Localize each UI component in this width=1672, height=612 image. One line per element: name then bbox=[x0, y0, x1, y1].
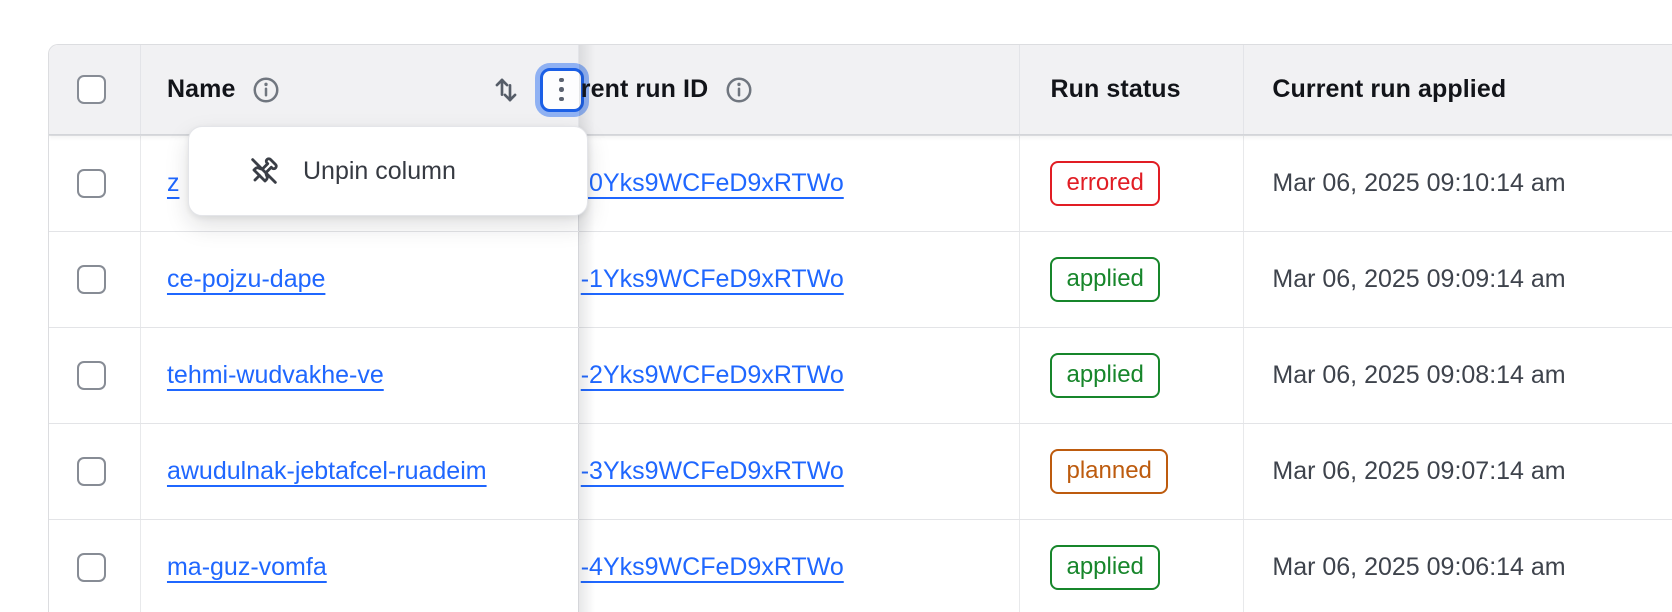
run-id-link[interactable]: -0Yks9WCFeD9xRTWo bbox=[581, 169, 844, 198]
table-row: ma-guz-vomfa -4Yks9WCFeD9xRTWo applied M… bbox=[49, 519, 1672, 612]
column-options-menu: Unpin column bbox=[188, 126, 588, 216]
row-checkbox[interactable] bbox=[77, 265, 106, 294]
name-column-label: Name bbox=[167, 75, 236, 104]
row-checkbox[interactable] bbox=[77, 169, 106, 198]
run-id-link[interactable]: -4Yks9WCFeD9xRTWo bbox=[581, 553, 844, 582]
run-applied-timestamp: Mar 06, 2025 09:07:14 am bbox=[1272, 457, 1565, 486]
run-id-link[interactable]: -3Yks9WCFeD9xRTWo bbox=[581, 457, 844, 486]
run-applied-timestamp: Mar 06, 2025 09:10:14 am bbox=[1272, 169, 1565, 198]
run-id-link[interactable]: -2Yks9WCFeD9xRTWo bbox=[581, 361, 844, 390]
table-header-row: Name bbox=[49, 45, 1672, 135]
workspaces-table-screen: Name bbox=[0, 0, 1672, 612]
sort-icon[interactable] bbox=[490, 74, 522, 106]
name-header-cell: Name bbox=[141, 45, 579, 134]
applied-column-label: Current run applied bbox=[1272, 75, 1506, 104]
run-status-badge: errored bbox=[1050, 161, 1159, 206]
workspace-name-link[interactable]: ce-pojzu-dape bbox=[167, 265, 325, 294]
unpin-icon bbox=[247, 154, 281, 188]
kebab-dot bbox=[559, 97, 564, 102]
row-checkbox[interactable] bbox=[77, 553, 106, 582]
unpin-column-menu-item[interactable]: Unpin column bbox=[247, 154, 456, 188]
column-options-button[interactable] bbox=[540, 68, 584, 112]
info-icon[interactable] bbox=[724, 75, 754, 105]
applied-header-cell: Current run applied bbox=[1244, 45, 1672, 134]
select-all-cell bbox=[49, 45, 141, 134]
unpin-column-label: Unpin column bbox=[303, 157, 456, 186]
run-status-badge: applied bbox=[1050, 257, 1159, 302]
run-id-link[interactable]: -1Yks9WCFeD9xRTWo bbox=[581, 265, 844, 294]
row-checkbox[interactable] bbox=[77, 457, 106, 486]
table-row: awudulnak-jebtafcel-ruadeim -3Yks9WCFeD9… bbox=[49, 423, 1672, 519]
info-icon[interactable] bbox=[251, 75, 281, 105]
run-status-column-label: Run status bbox=[1050, 75, 1180, 104]
workspace-name-link[interactable]: z bbox=[167, 169, 180, 198]
run-status-badge: planned bbox=[1050, 449, 1167, 494]
select-all-checkbox[interactable] bbox=[77, 75, 106, 104]
run-status-badge: applied bbox=[1050, 353, 1159, 398]
table-row: tehmi-wudvakhe-ve -2Yks9WCFeD9xRTWo appl… bbox=[49, 327, 1672, 423]
kebab-dot bbox=[559, 78, 564, 83]
run-status-badge: applied bbox=[1050, 545, 1159, 590]
workspace-name-link[interactable]: ma-guz-vomfa bbox=[167, 553, 327, 582]
run-applied-timestamp: Mar 06, 2025 09:06:14 am bbox=[1272, 553, 1565, 582]
run-applied-timestamp: Mar 06, 2025 09:08:14 am bbox=[1272, 361, 1565, 390]
run-id-header-cell: rent run ID bbox=[579, 45, 1021, 134]
run-status-header-cell: Run status bbox=[1020, 45, 1244, 134]
run-id-column-label: rent run ID bbox=[581, 75, 709, 104]
kebab-dot bbox=[559, 87, 564, 92]
table-row: ce-pojzu-dape -1Yks9WCFeD9xRTWo applied … bbox=[49, 231, 1672, 327]
row-checkbox[interactable] bbox=[77, 361, 106, 390]
workspace-name-link[interactable]: tehmi-wudvakhe-ve bbox=[167, 361, 384, 390]
workspace-name-link[interactable]: awudulnak-jebtafcel-ruadeim bbox=[167, 457, 487, 486]
run-applied-timestamp: Mar 06, 2025 09:09:14 am bbox=[1272, 265, 1565, 294]
